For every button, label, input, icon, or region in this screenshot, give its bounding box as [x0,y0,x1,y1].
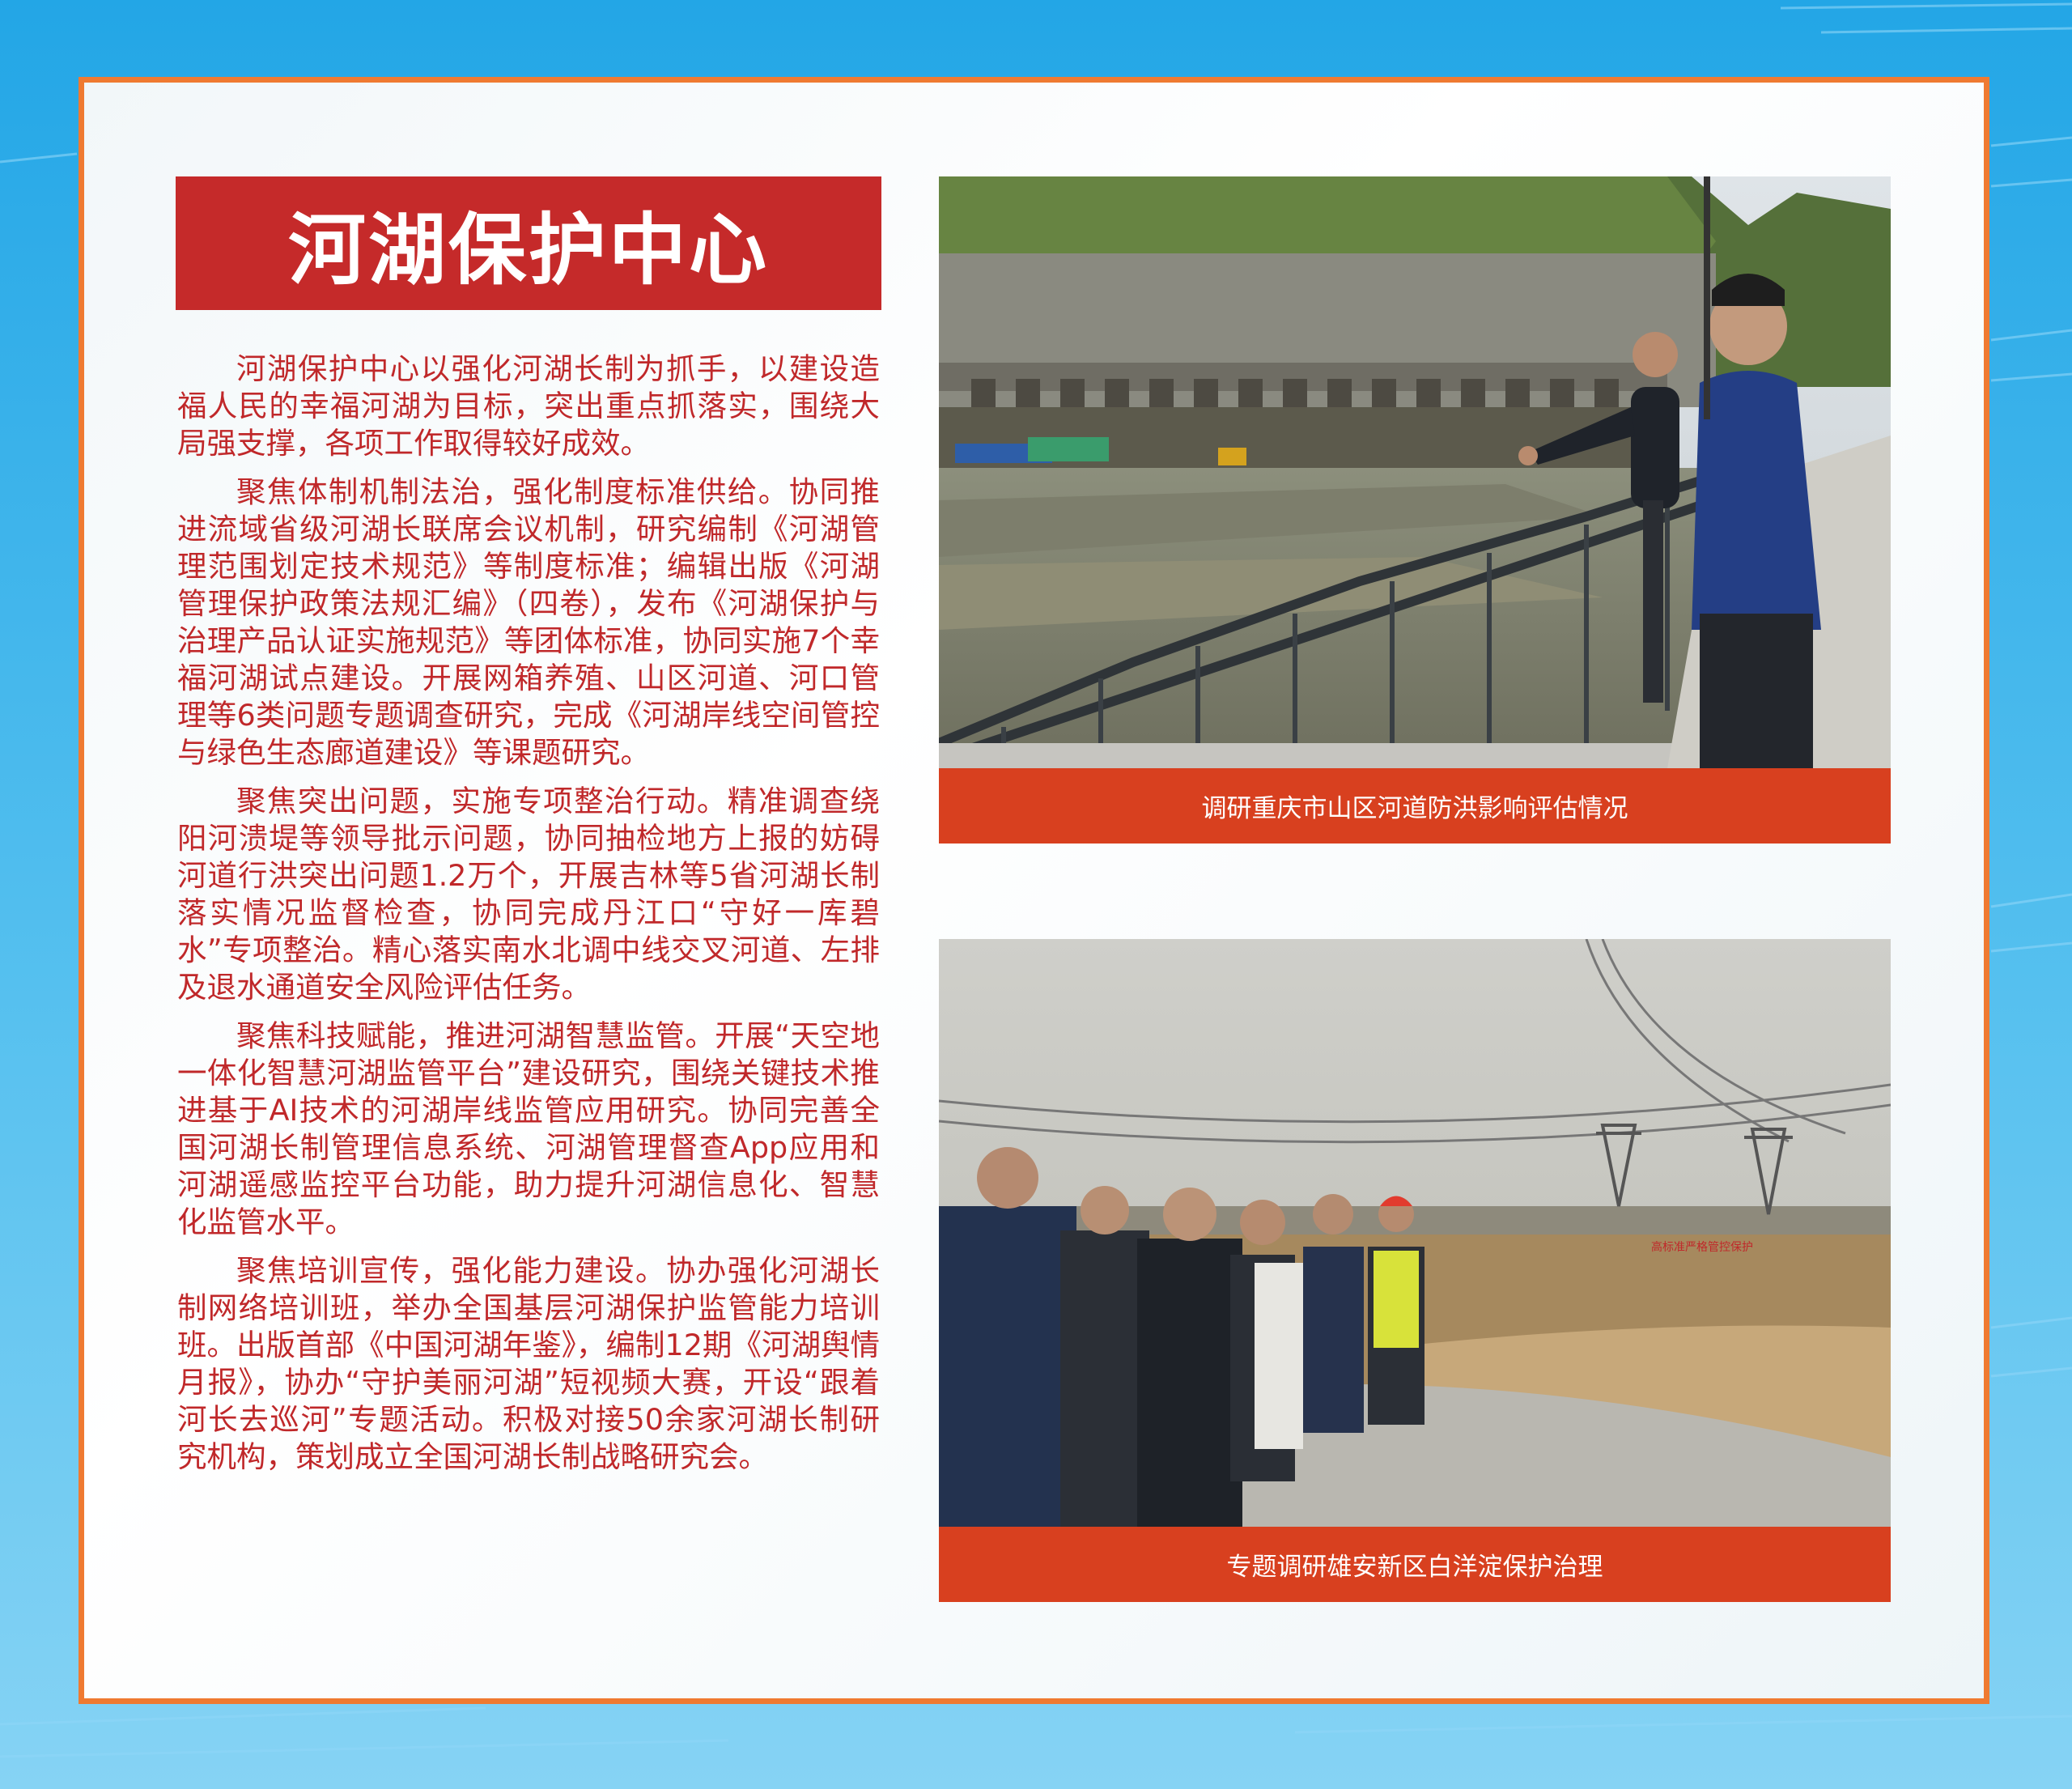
article-body: 河湖保护中心以强化河湖长制为抓手，以建设造福人民的幸福河湖为目标，突出重点抓落实… [177,351,880,1487]
paragraph-training: 聚焦培训宣传，强化能力建设。协办强化河湖长制网络培训班，举办全国基层河湖保护监管… [177,1253,880,1474]
caption-bar-1: 调研重庆市山区河道防洪影响评估情况 [939,768,1891,844]
paragraph-institutions: 聚焦体制机制法治，强化制度标准供给。协同推进流域省级河湖长联席会议机制，研究编制… [177,474,880,770]
page-title: 河湖保护中心 [288,205,769,295]
paragraph-technology: 聚焦科技赋能，推进河湖智慧监管。开展“天空地一体化智慧河湖监管平台”建设研究，围… [177,1018,880,1239]
photo-river-inspection [939,176,1891,768]
caption-bar-2: 专题调研雄安新区白洋淀保护治理 [939,1527,1891,1602]
photo-caption-1: 调研重庆市山区河道防洪影响评估情况 [1201,794,1628,823]
paragraph-intro: 河湖保护中心以强化河湖长制为抓手，以建设造福人民的幸福河湖为目标，突出重点抓落实… [177,351,880,461]
title-banner: 河湖保护中心 [176,176,881,310]
sign-text: 高标准严格管控保护 [1651,1240,1753,1254]
photo-baiyangdian-inspection: 高标准严格管控保护 [939,939,1891,1527]
photo-caption-2: 专题调研雄安新区白洋淀保护治理 [1226,1553,1603,1582]
paragraph-rectification: 聚焦突出问题，实施专项整治行动。精准调查绕阳河溃堤等领导批示问题，协同抽检地方上… [177,784,880,1005]
